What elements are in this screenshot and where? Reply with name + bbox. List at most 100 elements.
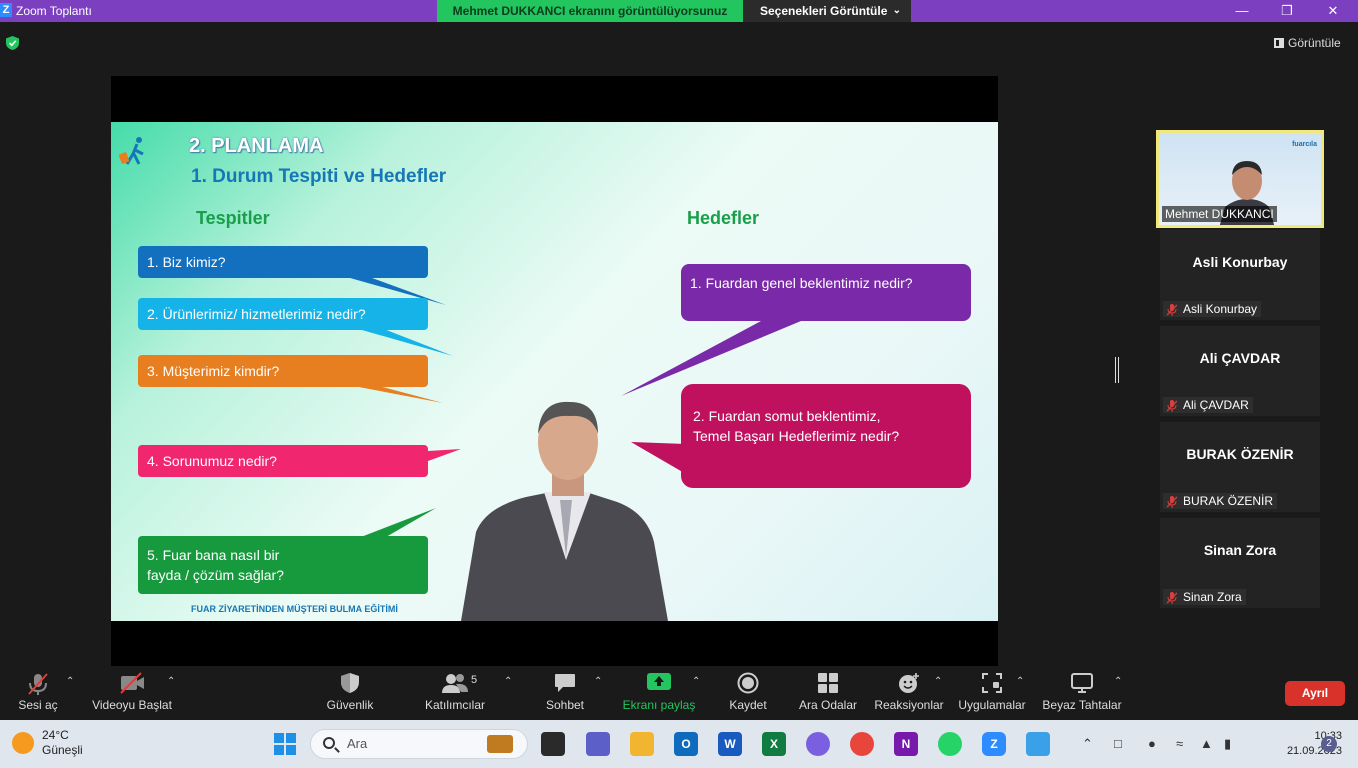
- participant-tile[interactable]: Sinan Zora Sinan Zora: [1160, 518, 1320, 608]
- whiteboards-label: Beyaz Tahtalar: [1042, 698, 1122, 712]
- security-label: Güvenlik: [326, 698, 374, 712]
- window-title: Zoom Toplantı: [16, 4, 92, 18]
- chevron-down-icon: ⌄: [892, 5, 901, 16]
- self-video-tile[interactable]: fuarcıla Mehmet DUKKANCI: [1156, 130, 1324, 228]
- whatsapp-icon[interactable]: [938, 732, 962, 756]
- view-options-label: Seçenekleri Görüntüle: [760, 4, 888, 18]
- participant-name-label: BURAK ÖZENİR: [1163, 493, 1278, 509]
- battery-icon[interactable]: ▮: [1224, 736, 1231, 752]
- whiteboard-options-caret-icon[interactable]: ⌃: [1114, 676, 1122, 687]
- mic-muted-icon: [1167, 400, 1177, 412]
- chrome-icon[interactable]: [850, 732, 874, 756]
- unmute-button[interactable]: Sesi aç: [12, 666, 64, 720]
- participants-options-caret-icon[interactable]: ⌃: [504, 676, 512, 687]
- snipping-tool-icon[interactable]: [1026, 732, 1050, 756]
- volume-icon[interactable]: ▲: [1200, 736, 1213, 751]
- copilot-icon[interactable]: [806, 732, 830, 756]
- participant-tile[interactable]: Ali ÇAVDAR Ali ÇAVDAR: [1160, 326, 1320, 416]
- record-icon: [737, 672, 759, 694]
- apps-options-caret-icon[interactable]: ⌃: [1016, 676, 1024, 687]
- share-banner: Mehmet DUKKANCI ekranını görüntülüyorsun…: [437, 0, 743, 22]
- security-shield-icon: [341, 673, 359, 693]
- participant-label-text: Sinan Zora: [1183, 590, 1242, 604]
- chat-label: Sohbet: [545, 698, 585, 712]
- microphone-icon[interactable]: ●: [1148, 736, 1156, 751]
- maximize-button[interactable]: ❐: [1264, 0, 1310, 22]
- encryption-shield-icon[interactable]: [6, 36, 19, 50]
- participants-button[interactable]: 5 Katılımcılar: [420, 666, 490, 720]
- layout-grid-icon: [1274, 38, 1284, 48]
- word-icon[interactable]: W: [718, 732, 742, 756]
- slide-footer: FUAR ZİYARETİNDEN MÜŞTERİ BULMA EĞİTİMİ: [191, 604, 398, 614]
- zoom-app-icon[interactable]: Z: [982, 732, 1006, 756]
- participants-icon: [442, 674, 468, 693]
- tespitler-title: Tespitler: [196, 208, 270, 228]
- breakout-rooms-button[interactable]: Ara Odalar: [796, 666, 860, 720]
- hedef-bubble-1: 1. Fuardan genel beklentimiz nedir?: [681, 264, 971, 321]
- brand-label: fuarcıla: [1292, 141, 1317, 148]
- participants-label: Katılımcılar: [424, 698, 485, 712]
- windows-start-icon[interactable]: [273, 732, 297, 756]
- view-options-button[interactable]: Seçenekleri Görüntüle ⌄: [743, 0, 911, 22]
- breakout-rooms-label: Ara Odalar: [798, 698, 858, 712]
- task-view-icon[interactable]: [541, 732, 565, 756]
- video-options-caret-icon[interactable]: ⌃: [167, 676, 175, 687]
- participant-name-label: Sinan Zora: [1163, 589, 1246, 605]
- title-bar: Z Zoom Toplantı Mehmet DUKKANCI ekranını…: [0, 0, 1358, 22]
- close-button[interactable]: ✕: [1310, 0, 1356, 22]
- participant-tile[interactable]: Asli Konurbay Asli Konurbay: [1160, 230, 1320, 320]
- sun-weather-icon[interactable]: [12, 732, 34, 754]
- chat-options-caret-icon[interactable]: ⌃: [594, 676, 602, 687]
- record-button[interactable]: Kaydet: [722, 666, 774, 720]
- teams-icon[interactable]: [586, 732, 610, 756]
- participant-label-text: Ali ÇAVDAR: [1183, 398, 1249, 412]
- briefcase-icon: [487, 735, 513, 753]
- hedefler-title: Hedefler: [687, 208, 760, 228]
- apps-label: Uygulamalar: [958, 698, 1026, 712]
- leave-button[interactable]: Ayrıl: [1285, 681, 1345, 706]
- reactions-options-caret-icon[interactable]: ⌃: [934, 676, 942, 687]
- file-explorer-icon[interactable]: [630, 732, 654, 756]
- whiteboards-button[interactable]: Beyaz Tahtalar: [1042, 666, 1122, 720]
- apps-icon: [982, 673, 1002, 693]
- apps-button[interactable]: Uygulamalar: [956, 666, 1028, 720]
- tray-chevron-icon[interactable]: ⌃: [1082, 736, 1093, 752]
- wifi-icon[interactable]: ≈: [1176, 736, 1183, 751]
- minimize-button[interactable]: —: [1219, 0, 1265, 22]
- reactions-label: Reaksiyonlar: [874, 698, 944, 712]
- traveler-logo-icon: [119, 137, 144, 165]
- whiteboard-icon: [1071, 673, 1093, 693]
- chat-button[interactable]: Sohbet: [540, 666, 590, 720]
- taskbar-search-box[interactable]: Ara: [310, 729, 528, 759]
- panel-resize-handle[interactable]: [1115, 357, 1119, 383]
- audio-options-caret-icon[interactable]: ⌃: [66, 676, 74, 687]
- mic-muted-icon: [1167, 304, 1177, 316]
- excel-icon[interactable]: X: [762, 732, 786, 756]
- breakout-rooms-icon: [818, 673, 838, 693]
- outlook-icon[interactable]: O: [674, 732, 698, 756]
- temperature-text: 24°C: [42, 728, 69, 742]
- share-options-caret-icon[interactable]: ⌃: [692, 676, 700, 687]
- participant-tile[interactable]: BURAK ÖZENİR BURAK ÖZENİR: [1160, 422, 1320, 512]
- reaction-smiley-icon: [899, 673, 919, 693]
- weather-condition-text: Güneşli: [42, 743, 83, 757]
- weather-widget[interactable]: 24°C Güneşli: [42, 728, 83, 758]
- participant-display-name: BURAK ÖZENİR: [1186, 446, 1294, 462]
- participant-label-text: Asli Konurbay: [1183, 302, 1258, 316]
- security-button[interactable]: Güvenlik: [320, 666, 380, 720]
- unmute-label: Sesi aç: [18, 698, 58, 712]
- share-screen-button[interactable]: Ekranı paylaş: [622, 666, 696, 720]
- reactions-button[interactable]: Reaksiyonlar: [874, 666, 944, 720]
- start-video-button[interactable]: Videoyu Başlat: [90, 666, 174, 720]
- self-name-label: Mehmet DUKKANCI: [1162, 206, 1277, 222]
- onenote-icon[interactable]: N: [894, 732, 918, 756]
- hedef-bubble-2: 2. Fuardan somut beklentimiz, Temel Başa…: [681, 384, 971, 488]
- view-button[interactable]: Görüntüle: [1268, 32, 1341, 54]
- participant-name-label: Ali ÇAVDAR: [1163, 397, 1253, 413]
- participant-display-name: Ali ÇAVDAR: [1199, 350, 1281, 366]
- tray-screen-icon[interactable]: □: [1114, 736, 1122, 751]
- tespit-bubble-3: 3. Müşterimiz kimdir?: [138, 355, 428, 387]
- participants-count: 5: [471, 674, 478, 686]
- participant-label-text: BURAK ÖZENİR: [1183, 494, 1274, 508]
- notification-badge[interactable]: 2: [1321, 736, 1337, 752]
